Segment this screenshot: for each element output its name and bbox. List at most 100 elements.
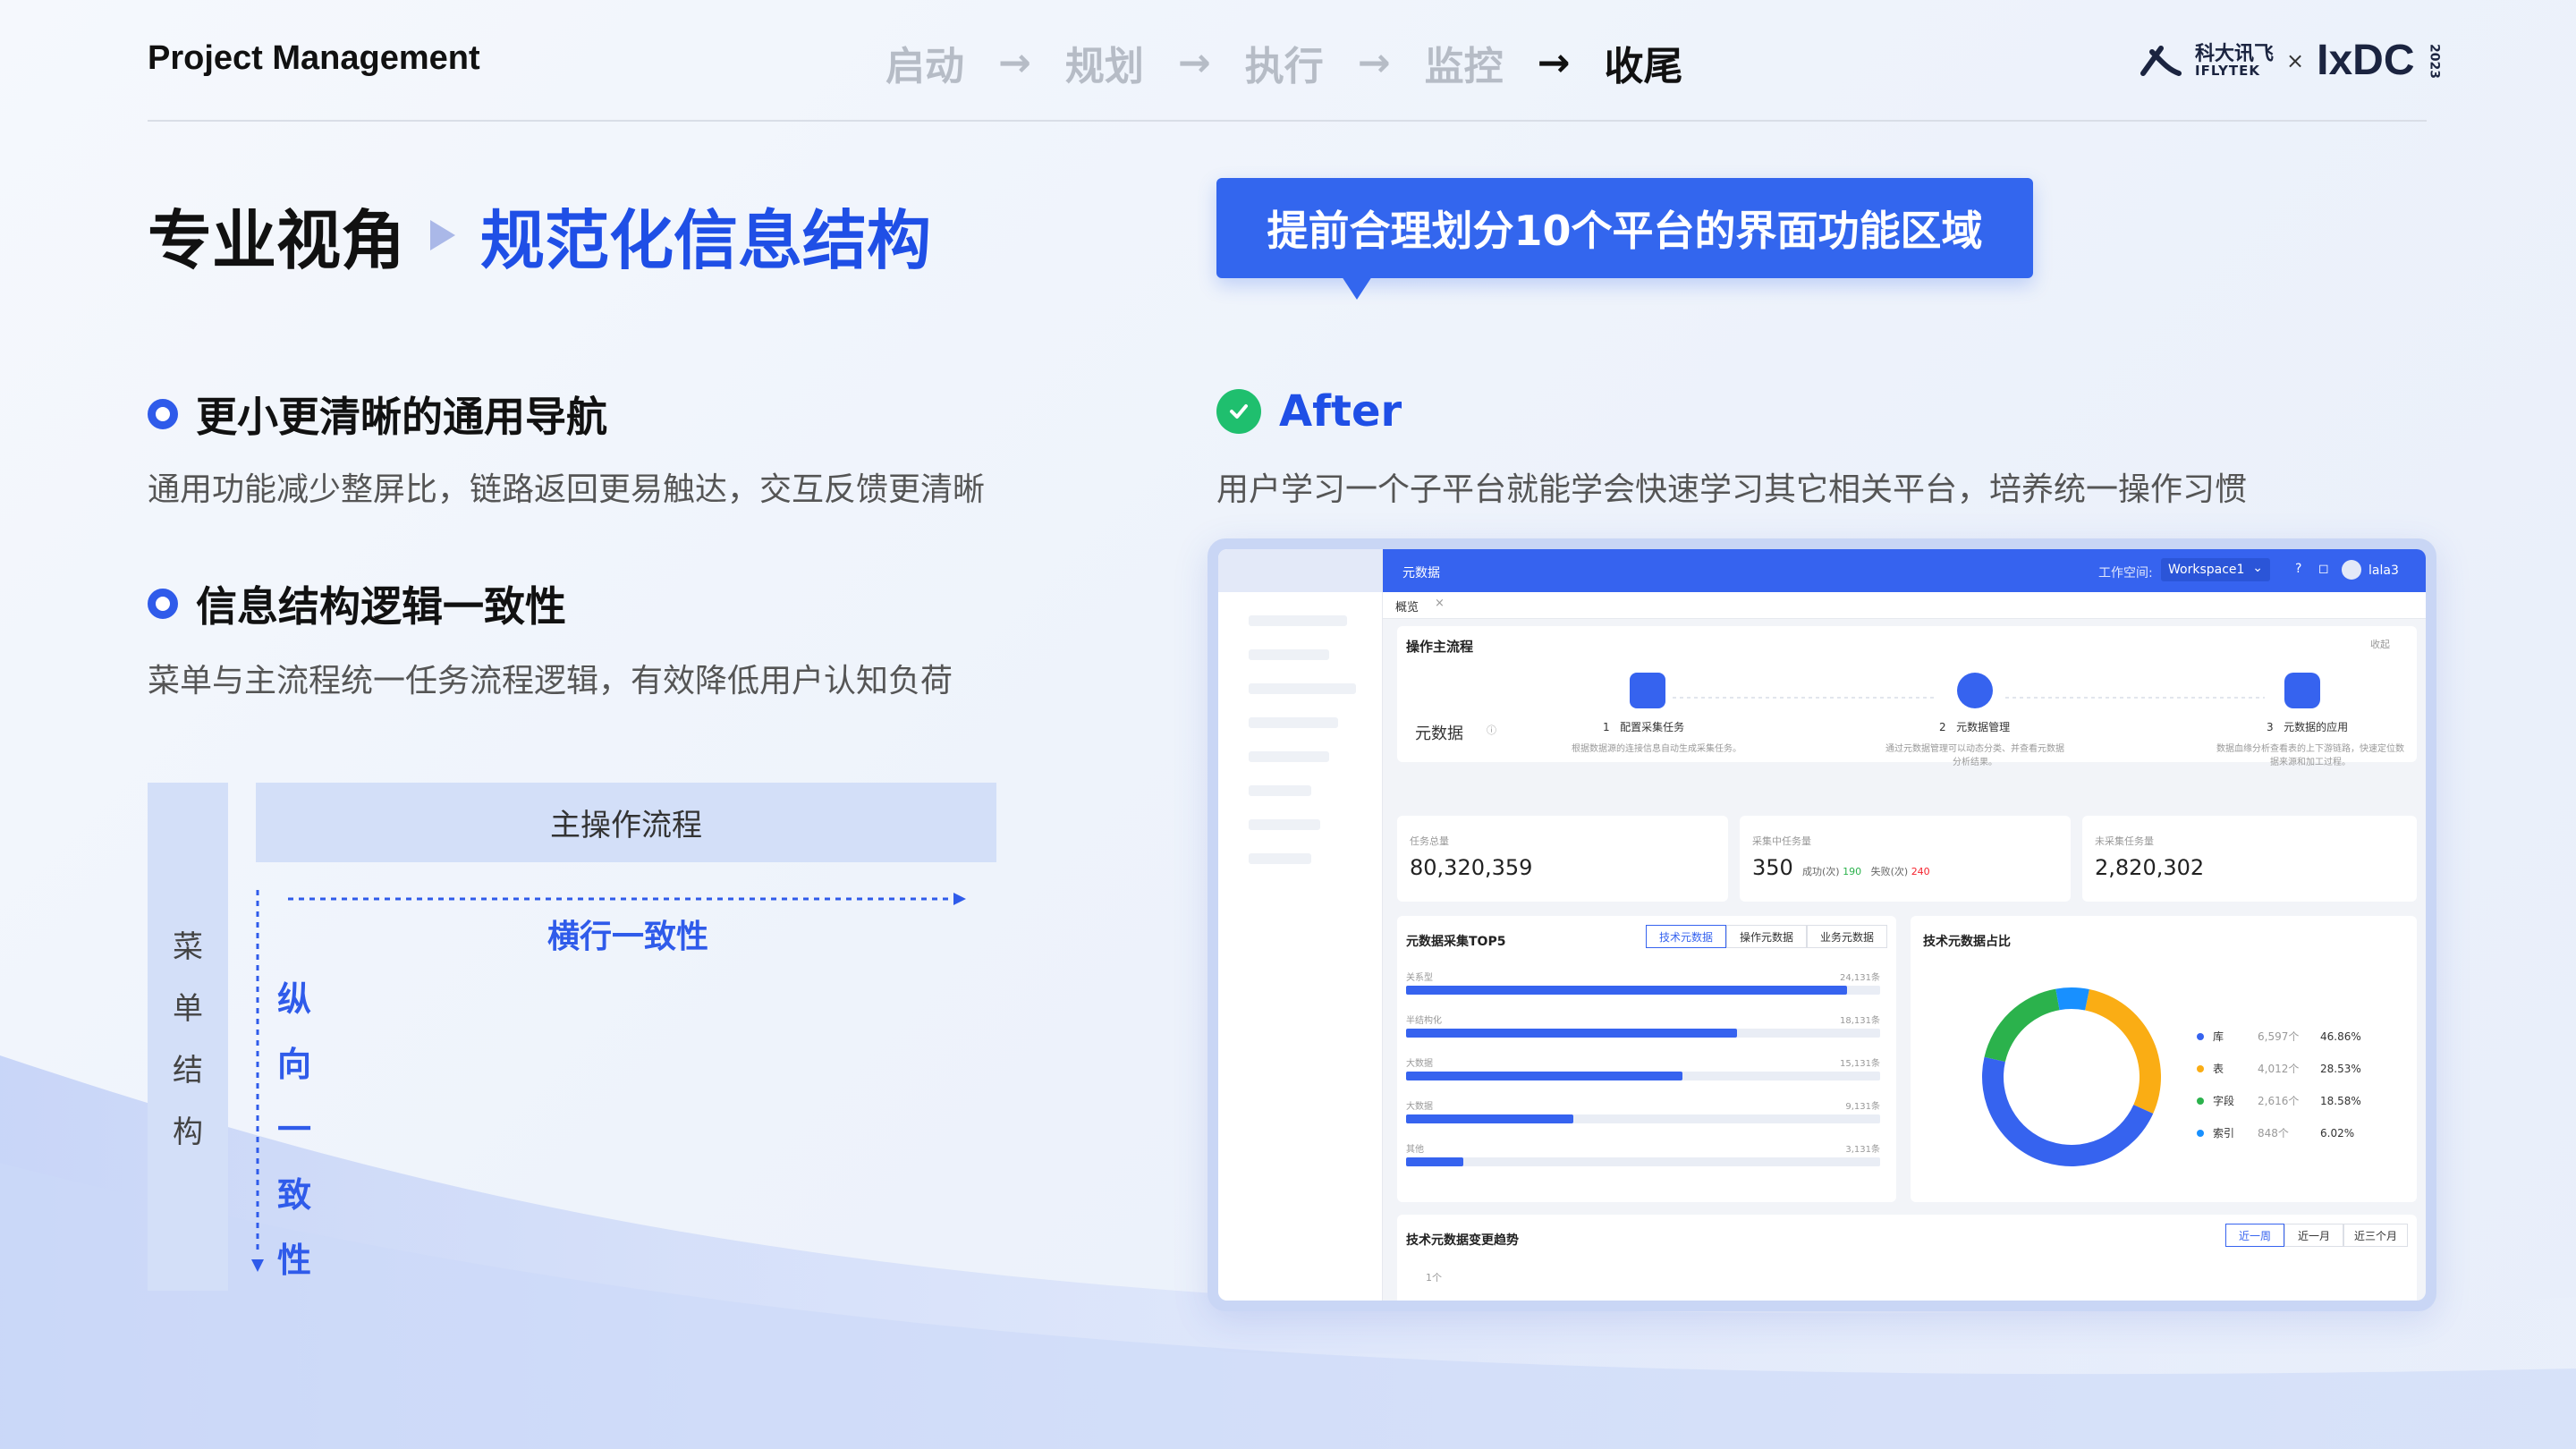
- workspace-select[interactable]: Workspace1 ⌄: [2161, 558, 2270, 581]
- ixdc-wordmark: IxDC: [2317, 37, 2415, 84]
- bar: [1406, 1072, 1682, 1080]
- user-name[interactable]: lala3: [2368, 564, 2399, 578]
- arrow-right-icon: →: [1537, 39, 1571, 86]
- donut-chart: [1982, 987, 2161, 1166]
- flow-step-title: 2 元数据管理: [1939, 721, 2011, 733]
- tab-op-metadata[interactable]: 操作元数据: [1726, 925, 1807, 948]
- stat-value: 80,320,359: [1410, 855, 1533, 880]
- tab-last-month[interactable]: 近一月: [2284, 1224, 2343, 1247]
- callout-bubble: 提前合理划分10个平台的界面功能区域: [1216, 178, 2033, 278]
- after-heading: After: [1216, 386, 1402, 436]
- tab-biz-metadata[interactable]: 业务元数据: [1807, 925, 1887, 948]
- tab-overview[interactable]: 概览: [1395, 597, 1419, 614]
- bar-value-label: 3,131条: [1845, 1145, 1880, 1155]
- app-sidebar: [1218, 549, 1383, 1301]
- donut-slice: [2085, 988, 2161, 1114]
- menu-char: 单: [173, 991, 203, 1027]
- phase-step: 监控: [1424, 44, 1504, 89]
- card-title: 技术元数据占比: [1923, 935, 2011, 949]
- section-heading-text: 更小更清晰的通用导航: [196, 393, 607, 441]
- main-flow-bar: 主操作流程: [256, 783, 996, 862]
- menu-char: 菜: [173, 929, 203, 965]
- arrow-right-icon: →: [1357, 39, 1391, 86]
- app-window: 元数据 工作空间: Workspace1 ⌄ ? ◻ lala3 概览 × 操作主…: [1218, 549, 2426, 1301]
- menu-char: 结: [173, 1053, 203, 1089]
- gear-icon: [1957, 673, 1993, 708]
- app-screenshot-frame: 元数据 工作空间: Workspace1 ⌄ ? ◻ lala3 概览 × 操作主…: [1208, 538, 2436, 1311]
- section-heading-text: 信息结构逻辑一致性: [196, 582, 566, 631]
- flow-step-title: 1 配置采集任务: [1603, 721, 1685, 733]
- trend-card: 技术元数据变更趋势 近一周 近一月 近三个月 1个: [1397, 1215, 2417, 1301]
- bell-icon[interactable]: ◻: [2318, 562, 2329, 576]
- donut-slice: [2055, 987, 2089, 1011]
- project-title: Project Management: [148, 39, 480, 77]
- title-part1: 专业视角: [148, 203, 406, 278]
- phase-step: 规划: [1064, 44, 1144, 89]
- share-card: 技术元数据占比 库 6,597个 46.86% 表 4,012个 28.53% 字段 2,61…: [1911, 916, 2417, 1202]
- horizontal-consistency-label: 横行一致性: [547, 919, 709, 955]
- avatar[interactable]: [2342, 560, 2361, 580]
- donut-slice: [1984, 988, 2060, 1063]
- bar-value-label: 24,131条: [1840, 973, 1880, 983]
- iflytek-logo-icon: [2140, 46, 2182, 76]
- top5-card: 元数据采集TOP5 技术元数据 操作元数据 业务元数据 关系型 24,131条 半结…: [1397, 916, 1896, 1202]
- logo-year: 2023: [2427, 43, 2442, 79]
- help-icon[interactable]: ?: [2295, 562, 2301, 576]
- tab-tech-metadata[interactable]: 技术元数据: [1646, 925, 1726, 948]
- bar-label: 其他: [1406, 1145, 1424, 1155]
- page-tab-strip: 概览 ×: [1383, 592, 2426, 619]
- bar-value-label: 15,131条: [1840, 1059, 1880, 1069]
- brand-logo: 科大讯飞 IFLYTEK × IxDC 2023: [2140, 39, 2441, 82]
- bar: [1406, 986, 1847, 995]
- flow-step-desc: 通过元数据管理可以动态分类、并查看元数据分析结果。: [1885, 744, 2064, 767]
- iflytek-wordmark: 科大讯飞 IFLYTEK: [2195, 42, 2275, 79]
- check-circle-icon: [1216, 389, 1261, 434]
- donut-slice: [1982, 1056, 2154, 1166]
- bar-value-label: 9,131条: [1845, 1102, 1880, 1112]
- legend-dot-icon: [2197, 1097, 2204, 1105]
- card-title: 技术元数据变更趋势: [1406, 1233, 1519, 1248]
- legend-dot-icon: [2197, 1032, 2204, 1040]
- menu-char: 构: [173, 1114, 203, 1150]
- close-icon[interactable]: ×: [1435, 597, 1445, 610]
- phase-stepper: 启动 → 规划 → 执行 → 监控 → 收尾: [886, 34, 1683, 91]
- stat-value: 2,820,302: [2095, 855, 2205, 880]
- task-config-icon: [1630, 673, 1665, 708]
- title-part2: 规范化信息结构: [480, 203, 932, 278]
- legend-item: 表 4,012个 28.53%: [2197, 1061, 2361, 1076]
- flow-step-title: 3 元数据的应用: [2267, 721, 2349, 733]
- tab-last-week[interactable]: 近一周: [2225, 1224, 2284, 1247]
- ring-bullet-icon: [148, 399, 178, 429]
- bar-value-label: 18,131条: [1840, 1016, 1880, 1026]
- slide-title: 专业视角 规范化信息结构: [148, 188, 931, 282]
- arrow-right-icon: →: [1177, 39, 1211, 86]
- bar: [1406, 1157, 1463, 1166]
- cube-icon: [2284, 673, 2320, 708]
- legend-dot-icon: [2197, 1129, 2204, 1137]
- times-sign: ×: [2286, 48, 2305, 73]
- chevron-down-icon: ⌄: [2252, 561, 2263, 575]
- ring-bullet-icon: [148, 589, 178, 619]
- after-desc: 用户学习一个子平台就能学会快速学习其它相关平台，培养统一操作习惯: [1216, 471, 2248, 508]
- flow-step-desc: 数据血缘分析查看表的上下游链路，快速定位数据来源和加工过程。: [2216, 744, 2404, 767]
- bar-label: 关系型: [1406, 973, 1433, 983]
- after-heading-text: After: [1279, 386, 1402, 436]
- main-flow-card: 操作主流程 收起 元数据 ⓘ 1 配置采集任务 根据数据源的连接信息自动生成采集…: [1397, 626, 2417, 767]
- tab-last-3-months[interactable]: 近三个月: [2343, 1224, 2408, 1247]
- triangle-right-icon: [430, 219, 456, 250]
- header-divider: [148, 120, 2427, 122]
- bar-label: 大数据: [1406, 1059, 1433, 1069]
- bar-label: 大数据: [1406, 1102, 1433, 1112]
- legend-item: 字段 2,616个 18.58%: [2197, 1093, 2361, 1108]
- app-topbar-title: 元数据: [1402, 566, 1440, 580]
- flow-step-desc: 根据数据源的连接信息自动生成采集任务。: [1572, 744, 1741, 754]
- arrow-right-icon: →: [998, 39, 1031, 86]
- legend-dot-icon: [2197, 1064, 2204, 1072]
- legend-item: 索引 848个 6.02%: [2197, 1125, 2354, 1140]
- section-heading-2: 信息结构逻辑一致性: [148, 574, 566, 633]
- legend-item: 库 6,597个 46.86%: [2197, 1029, 2361, 1044]
- stat-card: 采集中任务量 350 成功(次) 190 失败(次) 240: [1740, 816, 2071, 902]
- phase-step: 执行: [1244, 44, 1324, 89]
- phase-step-active: 收尾: [1604, 44, 1683, 89]
- section-desc-2: 菜单与主流程统一任务流程逻辑，有效降低用户认知负荷: [148, 663, 953, 699]
